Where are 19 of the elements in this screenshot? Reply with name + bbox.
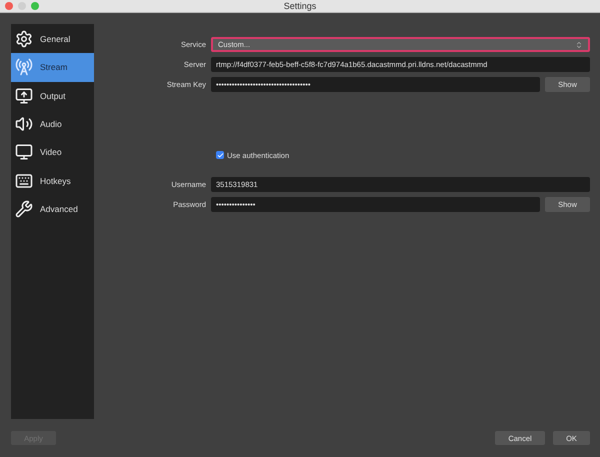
sidebar-item[interactable]: Stream <box>11 53 94 82</box>
close-icon[interactable] <box>5 2 13 10</box>
monitor-icon <box>15 143 33 162</box>
sidebar-item[interactable]: Hotkeys <box>11 166 94 195</box>
wrench-icon <box>15 200 33 218</box>
keyboard-icon <box>15 172 33 190</box>
sidebar-item[interactable]: Video <box>11 138 94 166</box>
speaker-icon <box>15 115 33 134</box>
stepper-icon <box>575 40 583 48</box>
gear-icon <box>15 30 33 48</box>
antenna-icon <box>15 58 33 76</box>
sidebar-item[interactable]: Advanced <box>11 194 94 224</box>
sidebar-item[interactable]: General <box>11 25 94 54</box>
monitor-arrow-icon <box>15 86 33 105</box>
window-title: Settings <box>284 1 316 11</box>
zoom-icon[interactable] <box>31 2 39 10</box>
sidebar-item[interactable]: Audio <box>11 110 94 138</box>
checkbox[interactable] <box>216 151 224 159</box>
sidebar-item[interactable]: Output <box>11 82 94 110</box>
